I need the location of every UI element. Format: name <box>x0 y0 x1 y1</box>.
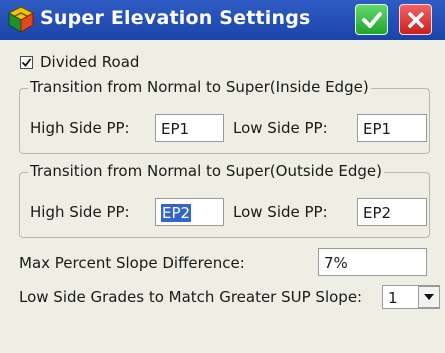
inside-low-side-input[interactable]: EP1 <box>357 114 427 142</box>
divided-road-checkbox[interactable] <box>20 56 33 69</box>
low-side-grades-label: Low Side Grades to Match Greater SUP Slo… <box>19 288 363 306</box>
ok-button[interactable] <box>355 4 388 35</box>
close-button[interactable] <box>399 4 432 35</box>
checkmark-icon <box>21 58 32 67</box>
max-slope-label: Max Percent Slope Difference: <box>19 254 245 272</box>
outside-high-side-label: High Side PP: <box>30 203 130 221</box>
divided-road-label: Divided Road <box>40 53 140 71</box>
window-title: Super Elevation Settings <box>40 7 311 29</box>
outside-low-side-input[interactable]: EP2 <box>357 198 427 226</box>
outside-high-side-value: EP2 <box>161 204 192 222</box>
close-icon <box>407 11 424 28</box>
outside-high-side-input[interactable]: EP2 <box>155 198 224 226</box>
inside-low-side-label: Low Side PP: <box>233 119 328 137</box>
road-sign-icon <box>7 6 35 33</box>
inside-high-side-label: High Side PP: <box>30 119 130 137</box>
inside-high-side-input[interactable]: EP1 <box>155 114 224 142</box>
inside-edge-legend: Transition from Normal to Super(Inside E… <box>28 78 371 96</box>
title-bar: Super Elevation Settings <box>0 0 445 40</box>
check-icon <box>361 11 382 28</box>
max-slope-input[interactable]: 7% <box>318 248 427 276</box>
chevron-down-icon <box>424 294 434 300</box>
dropdown-arrow-button[interactable] <box>418 286 440 308</box>
outside-low-side-label: Low Side PP: <box>233 203 328 221</box>
outside-edge-legend: Transition from Normal to Super(Outside … <box>28 162 384 180</box>
